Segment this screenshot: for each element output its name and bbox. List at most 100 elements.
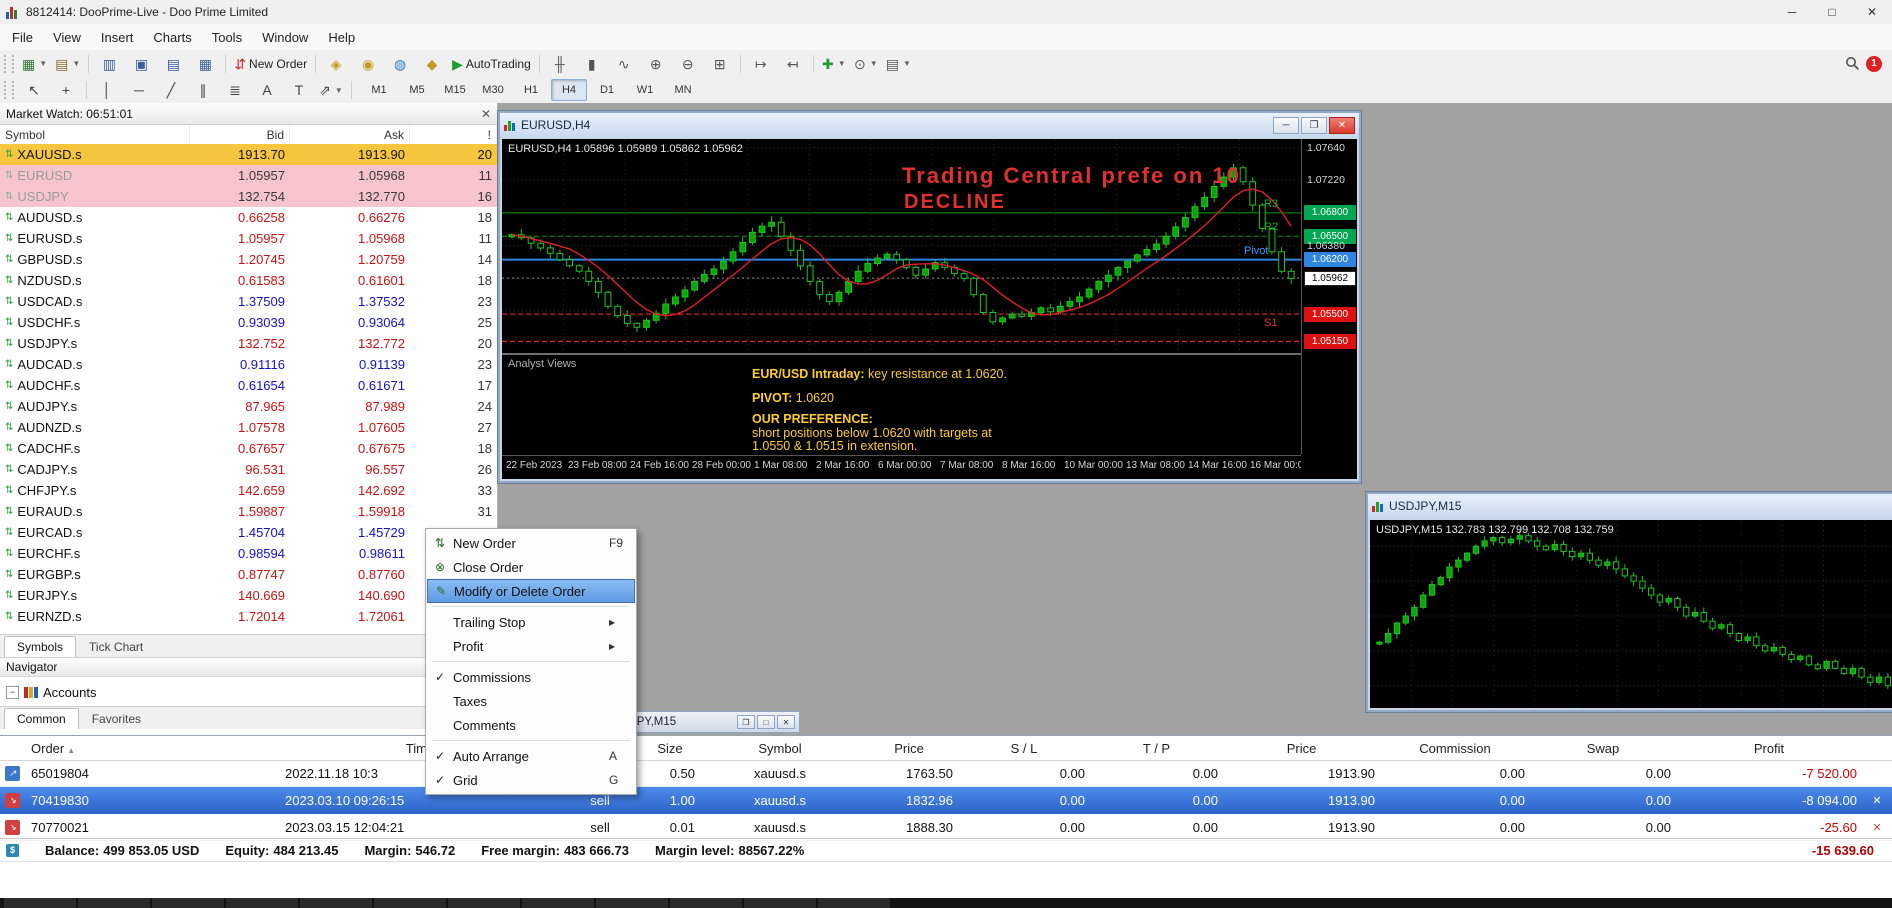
menu-help[interactable]: Help: [318, 26, 365, 49]
context-menu-new-order[interactable]: ⇅New OrderF9: [427, 531, 635, 555]
market-watch-row-chfjpy-s[interactable]: ⇅CHFJPY.s142.659142.69233: [0, 480, 497, 501]
timeframe-m15[interactable]: M15: [437, 79, 473, 101]
orders-column-price[interactable]: Price: [1223, 741, 1380, 756]
context-menu-grid[interactable]: ✓GridG: [427, 768, 635, 792]
orders-column-sl[interactable]: S / L: [958, 741, 1090, 756]
market-watch-row-eurusd[interactable]: ⇅EURUSD1.059571.0596811: [0, 165, 497, 186]
market-watch-row-usdchf-s[interactable]: ⇅USDCHF.s0.930390.9306425: [0, 312, 497, 333]
toolbar-grip[interactable]: [4, 81, 14, 99]
notification-badge[interactable]: 1: [1866, 56, 1882, 72]
market-watch-row-euraud-s[interactable]: ⇅EURAUD.s1.598871.5991831: [0, 501, 497, 522]
menu-window[interactable]: Window: [252, 26, 318, 49]
tile-windows-button[interactable]: ⊞: [704, 52, 736, 76]
autotrading-button[interactable]: ▶AutoTrading: [448, 52, 535, 76]
candlestick-type-button[interactable]: ▮: [576, 52, 608, 76]
timeframe-m30[interactable]: M30: [475, 79, 511, 101]
market-watch-row-audjpy-s[interactable]: ⇅AUDJPY.s87.96587.98924: [0, 396, 497, 417]
min-chart-restore-button[interactable]: ❐: [737, 715, 755, 729]
orders-column-order[interactable]: Order▲: [26, 741, 280, 756]
close-order-icon[interactable]: ✕: [1862, 794, 1892, 807]
dropdown-caret-icon[interactable]: ▼: [870, 59, 878, 68]
market-watch-toggle[interactable]: ▥: [93, 52, 125, 76]
chart-shift-button[interactable]: ↤: [777, 52, 809, 76]
chart-minimize-button[interactable]: ─: [1273, 117, 1299, 134]
order-row-65019804[interactable]: ↗650198042022.11.18 10:30.50xauusd.s1763…: [0, 760, 1892, 787]
orders-column-size[interactable]: Size: [640, 741, 700, 756]
market-watch-row-xauusd-s[interactable]: ⇅XAUUSD.s1913.701913.9020: [0, 144, 497, 165]
orders-column-symbol[interactable]: Symbol: [700, 741, 860, 756]
context-menu-commissions[interactable]: ✓Commissions: [427, 665, 635, 689]
market-button[interactable]: ◈: [320, 52, 352, 76]
zoom-out-button[interactable]: ⊖: [672, 52, 704, 76]
market-watch-row-usdjpy-s[interactable]: ⇅USDJPY.s132.752132.77220: [0, 333, 497, 354]
toolbar-grip[interactable]: [4, 55, 14, 73]
eurusd-window-titlebar[interactable]: EURUSD,H4 ─ ❐ ✕: [500, 113, 1359, 137]
terminal-toggle[interactable]: ▦: [189, 52, 221, 76]
market-watch-row-audcad-s[interactable]: ⇅AUDCAD.s0.911160.9113923: [0, 354, 497, 375]
min-chart-close-button[interactable]: ✕: [777, 715, 795, 729]
market-watch-row-eurchf-s[interactable]: ⇅EURCHF.s0.985940.98611: [0, 543, 497, 564]
market-watch-row-gbpusd-s[interactable]: ⇅GBPUSD.s1.207451.2075914: [0, 249, 497, 270]
tab-common[interactable]: Common: [4, 708, 79, 729]
navigator-accounts-item[interactable]: Accounts: [43, 685, 96, 700]
order-row-70770021[interactable]: ↘707700212023.03.15 12:04:21sell0.01xauu…: [0, 814, 1892, 841]
market-watch-row-eurgbp-s[interactable]: ⇅EURGBP.s0.877470.87760: [0, 564, 497, 585]
profiles-button[interactable]: ▤▼: [51, 52, 84, 76]
menu-charts[interactable]: Charts: [143, 26, 201, 49]
mw-column-symbol[interactable]: Symbol: [0, 125, 190, 144]
vertical-line-tool[interactable]: │: [91, 78, 123, 102]
order-row-70419830[interactable]: ↘704198302023.03.10 09:26:15sell1.00xauu…: [0, 787, 1892, 814]
menu-insert[interactable]: Insert: [91, 26, 144, 49]
mw-column-[interactable]: !: [410, 125, 497, 144]
zoom-in-button[interactable]: ⊕: [640, 52, 672, 76]
context-menu-close-order[interactable]: ⊗Close Order: [427, 555, 635, 579]
data-window-toggle[interactable]: ▣: [125, 52, 157, 76]
fibonacci-tool[interactable]: ≣: [219, 78, 251, 102]
context-menu-modify-or-delete-order[interactable]: ✎Modify or Delete Order: [427, 579, 635, 603]
market-watch-row-eurcad-s[interactable]: ⇅EURCAD.s1.457041.45729: [0, 522, 497, 543]
timeframe-h4[interactable]: H4: [551, 79, 587, 101]
orders-column-commission[interactable]: Commission: [1380, 741, 1530, 756]
timeframe-m5[interactable]: M5: [399, 79, 435, 101]
cursor-tool[interactable]: ↖: [18, 78, 50, 102]
chart-close-button[interactable]: ✕: [1329, 117, 1355, 134]
new-order-button[interactable]: ⇵New Order: [230, 52, 311, 76]
market-watch-row-audnzd-s[interactable]: ⇅AUDNZD.s1.075781.0760527: [0, 417, 497, 438]
timeframe-d1[interactable]: D1: [589, 79, 625, 101]
market-watch-row-cadjpy-s[interactable]: ⇅CADJPY.s96.53196.55726: [0, 459, 497, 480]
chart-restore-button[interactable]: ❐: [1301, 117, 1327, 134]
line-chart-type-button[interactable]: ∿: [608, 52, 640, 76]
minimized-chart-bar[interactable]: JPY,M15 ❐ □ ✕: [610, 711, 800, 733]
label-tool[interactable]: T: [283, 78, 315, 102]
arrows-tool[interactable]: ⇗▼: [315, 78, 347, 102]
min-chart-maximize-button[interactable]: □: [757, 715, 775, 729]
vps-button[interactable]: ◆: [416, 52, 448, 76]
terminal-tab-strip[interactable]: [0, 898, 1892, 908]
navigator-toggle[interactable]: ▤: [157, 52, 189, 76]
trendline-tool[interactable]: ╱: [155, 78, 187, 102]
new-chart-button[interactable]: ▦▼: [18, 52, 51, 76]
context-menu-auto-arrange[interactable]: ✓Auto ArrangeA: [427, 744, 635, 768]
tab-symbols[interactable]: Symbols: [4, 636, 76, 657]
context-menu-trailing-stop[interactable]: Trailing Stop▸: [427, 610, 635, 634]
close-order-icon[interactable]: ✕: [1862, 821, 1892, 834]
horizontal-line-tool[interactable]: ─: [123, 78, 155, 102]
tab-tick-chart[interactable]: Tick Chart: [76, 636, 156, 657]
community-button[interactable]: ◍: [384, 52, 416, 76]
market-watch-row-eurnzd-s[interactable]: ⇅EURNZD.s1.720141.72061: [0, 606, 497, 627]
channel-tool[interactable]: ∥: [187, 78, 219, 102]
orders-column-price[interactable]: Price: [860, 741, 958, 756]
market-watch-row-cadchf-s[interactable]: ⇅CADCHF.s0.676570.6767518: [0, 438, 497, 459]
dropdown-caret-icon[interactable]: ▼: [903, 59, 911, 68]
indicators-button[interactable]: ✚▼: [818, 52, 850, 76]
usdjpy-window-titlebar[interactable]: USDJPY,M15: [1368, 494, 1892, 518]
market-watch-row-usdjpy[interactable]: ⇅USDJPY132.754132.77016: [0, 186, 497, 207]
minimize-button[interactable]: ─: [1772, 0, 1812, 24]
timeframe-w1[interactable]: W1: [627, 79, 663, 101]
menu-view[interactable]: View: [43, 26, 91, 49]
dropdown-caret-icon[interactable]: ▼: [335, 86, 343, 95]
search-icon[interactable]: [1845, 56, 1860, 71]
orders-column-tp[interactable]: T / P: [1090, 741, 1223, 756]
maximize-button[interactable]: □: [1812, 0, 1852, 24]
dropdown-caret-icon[interactable]: ▼: [72, 59, 80, 68]
